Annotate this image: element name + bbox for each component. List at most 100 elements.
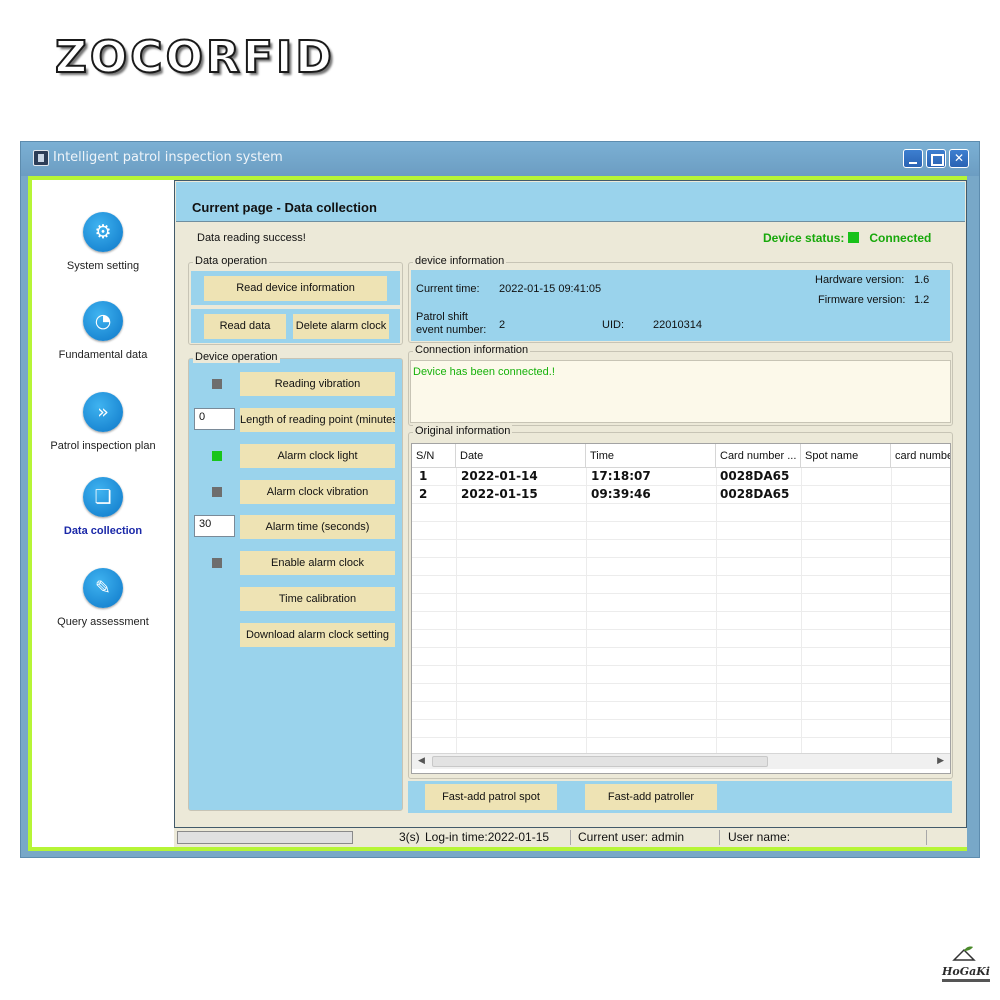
status-divider — [719, 830, 720, 845]
table-row-empty — [412, 648, 950, 666]
table-row-empty — [412, 594, 950, 612]
quick-add-band: Fast-add patrol spot Fast-add patroller — [408, 781, 952, 813]
title-bar[interactable]: Intelligent patrol inspection system ✕ — [21, 142, 979, 176]
download-alarm-setting-button[interactable]: Download alarm clock setting — [240, 623, 395, 647]
page-header: Current page - Data collection — [176, 182, 965, 222]
table-row-empty — [412, 540, 950, 558]
cell-card-number: 0028DA65 — [720, 487, 790, 501]
read-info-band: Read device information — [191, 271, 400, 305]
watermark-underline — [942, 979, 990, 982]
status-login-time: Log-in time:2022-01-15 — [425, 830, 550, 844]
device-operation-group: Device operation Reading vibration 0 Len… — [188, 351, 403, 811]
sidebar-item-fundamental-data[interactable]: ◔ Fundamental data — [32, 301, 174, 361]
alarm-clock-light-led-icon — [212, 451, 222, 461]
hardware-version-label: Hardware version: — [815, 274, 905, 286]
table-row-empty — [412, 720, 950, 738]
alarm-time-input[interactable]: 30 — [194, 515, 235, 537]
column-header-card-number-2[interactable]: card numbe — [891, 444, 950, 468]
enable-alarm-clock-button[interactable]: Enable alarm clock — [240, 551, 395, 575]
maximize-button[interactable] — [926, 149, 946, 168]
scroll-left-icon[interactable]: ◀ — [418, 756, 425, 766]
alarm-clock-vibration-row: Alarm clock vibration — [191, 478, 398, 506]
close-button[interactable]: ✕ — [949, 149, 969, 168]
chat-bubbles-icon: ❏ — [83, 477, 123, 517]
main-panel: Current page - Data collection Data read… — [174, 180, 967, 828]
table-row[interactable]: 2 2022-01-15 09:39:46 0028DA65 — [412, 486, 950, 504]
sidebar: ⚙ System setting ◔ Fundamental data » Pa… — [32, 180, 174, 847]
uid-label: UID: — [602, 319, 624, 331]
table-row-empty — [412, 684, 950, 702]
delete-alarm-clock-button[interactable]: Delete alarm clock — [293, 314, 389, 339]
column-header-time[interactable]: Time — [586, 444, 716, 468]
download-alarm-setting-row: Download alarm clock setting — [191, 621, 398, 649]
cell-card-number: 0028DA65 — [720, 469, 790, 483]
read-data-band: Read data Delete alarm clock — [191, 309, 400, 343]
sidebar-item-label: System setting — [66, 260, 140, 272]
column-header-sn[interactable]: S/N — [412, 444, 456, 468]
column-header-spot-name[interactable]: Spot name — [801, 444, 891, 468]
table-row-empty — [412, 522, 950, 540]
house-leaf-icon — [952, 946, 976, 961]
alarm-clock-vibration-button[interactable]: Alarm clock vibration — [240, 480, 395, 504]
double-chevron-icon: » — [83, 392, 123, 432]
cell-time: 17:18:07 — [591, 469, 651, 483]
read-device-info-button[interactable]: Read device information — [204, 276, 387, 301]
read-data-button[interactable]: Read data — [204, 314, 286, 339]
sidebar-item-patrol-inspection-plan[interactable]: » Patrol inspection plan — [32, 392, 174, 452]
status-message: Data reading success! — [197, 232, 306, 244]
reading-length-input[interactable]: 0 — [194, 408, 235, 430]
reading-vibration-button[interactable]: Reading vibration — [240, 372, 395, 396]
cell-sn: 1 — [419, 469, 428, 483]
table-row-empty — [412, 666, 950, 684]
status-bar: 3(s) Log-in time:2022-01-15 Current user… — [174, 828, 967, 847]
reading-vibration-led-icon — [212, 379, 222, 389]
sidebar-item-label: Patrol inspection plan — [50, 440, 156, 452]
sidebar-item-system-setting[interactable]: ⚙ System setting — [32, 212, 174, 272]
column-header-date[interactable]: Date — [456, 444, 586, 468]
table-row-empty — [412, 612, 950, 630]
connection-message: Device has been connected.! — [413, 366, 555, 378]
scrollbar-thumb[interactable] — [432, 756, 768, 767]
reading-vibration-row: Reading vibration — [191, 370, 398, 398]
alarm-time-button[interactable]: Alarm time (seconds) — [240, 515, 395, 539]
table-row-empty — [412, 504, 950, 522]
gear-icon: ⚙ — [83, 212, 123, 252]
reading-length-row: 0 Length of reading point (minutes) — [191, 406, 398, 434]
patrol-shift-label-line2: event number: — [416, 324, 487, 336]
minimize-button[interactable] — [903, 149, 923, 168]
current-time-value: 2022-01-15 09:41:05 — [499, 283, 602, 295]
window-title: Intelligent patrol inspection system — [53, 150, 283, 165]
reading-length-button[interactable]: Length of reading point (minutes) — [240, 408, 395, 432]
enable-alarm-clock-led-icon — [212, 558, 222, 568]
fast-add-patrol-spot-button[interactable]: Fast-add patrol spot — [425, 784, 557, 810]
table-row-empty — [412, 576, 950, 594]
status-user-name: User name: — [728, 830, 791, 844]
progress-bar — [177, 831, 353, 844]
records-table: S/N Date Time Card number ... Spot name … — [411, 443, 951, 774]
cell-time: 09:39:46 — [591, 487, 651, 501]
alarm-clock-light-row: Alarm clock light — [191, 442, 398, 470]
cell-date: 2022-01-15 — [461, 487, 538, 501]
patrol-shift-label-line1: Patrol shift — [416, 311, 468, 323]
cell-sn: 2 — [419, 487, 428, 501]
scroll-right-icon[interactable]: ▶ — [937, 756, 944, 766]
status-led-icon — [848, 232, 860, 243]
firmware-version-label: Firmware version: — [818, 294, 906, 306]
column-header-card-number[interactable]: Card number ... — [716, 444, 801, 468]
watermark-logo: HoGaKi — [938, 943, 994, 987]
sidebar-item-label: Fundamental data — [58, 349, 148, 361]
time-calibration-row: Time calibration — [191, 585, 398, 613]
fast-add-patroller-button[interactable]: Fast-add patroller — [585, 784, 717, 810]
time-calibration-button[interactable]: Time calibration — [240, 587, 395, 611]
table-row-empty — [412, 702, 950, 720]
table-row[interactable]: 1 2022-01-14 17:18:07 0028DA65 — [412, 468, 950, 486]
alarm-clock-light-button[interactable]: Alarm clock light — [240, 444, 395, 468]
sidebar-item-label: Query assessment — [57, 616, 149, 628]
status-divider — [926, 830, 927, 845]
sidebar-item-query-assessment[interactable]: ✎ Query assessment — [32, 568, 174, 628]
sidebar-item-data-collection[interactable]: ❏ Data collection — [32, 477, 174, 537]
uid-value: 22010314 — [653, 319, 702, 331]
window-accent-bottom — [28, 847, 967, 851]
alarm-time-row: 30 Alarm time (seconds) — [191, 513, 398, 541]
horizontal-scrollbar[interactable]: ◀ ▶ — [412, 753, 950, 769]
